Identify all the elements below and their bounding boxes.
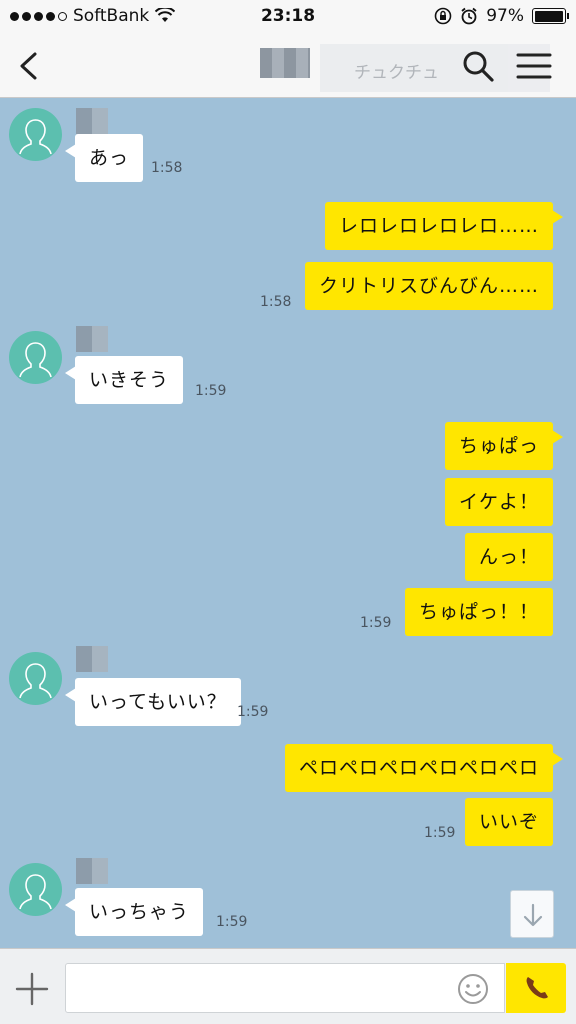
avatar[interactable]: [9, 108, 62, 161]
avatar[interactable]: [9, 331, 62, 384]
menu-icon: [516, 53, 552, 79]
message-bubble-outgoing[interactable]: んっ！: [464, 533, 553, 581]
contact-name: [260, 48, 310, 78]
avatar[interactable]: [9, 652, 62, 705]
rotation-lock-icon: [434, 7, 452, 25]
message-bubble-outgoing[interactable]: いいぞ: [464, 798, 553, 846]
message-bubble-outgoing[interactable]: クリトリスびんびん……: [304, 262, 553, 310]
status-bar: SoftBank 23:18 97%: [0, 0, 576, 34]
sender-name: [76, 646, 108, 672]
message-time: 1:59: [237, 704, 269, 720]
message-bubble-incoming[interactable]: あっ: [64, 134, 144, 182]
message-bubble-outgoing[interactable]: ペロペロペロペロペロペロ: [284, 744, 564, 792]
status-right: 97%: [434, 6, 569, 26]
message-time: 1:59: [195, 383, 227, 399]
message-input-bar: [0, 948, 576, 1024]
alarm-icon: [461, 7, 477, 25]
sender-name: [76, 108, 108, 134]
chat-header: チュクチュ: [0, 34, 576, 98]
person-icon: [19, 342, 52, 378]
message-bubble-outgoing[interactable]: レロレロレロレロ……: [324, 202, 564, 250]
message-bubble-outgoing[interactable]: ちゅぱっ！！: [404, 588, 553, 636]
chat-area[interactable]: あっ 1:58 レロレロレロレロ…… クリトリスびんびん…… 1:58 いきそう…: [0, 98, 576, 948]
sender-name: [76, 326, 108, 352]
message-bubble-incoming[interactable]: いきそう: [64, 356, 184, 404]
attach-button[interactable]: [12, 969, 52, 1009]
message-bubble-outgoing[interactable]: ちゅぱっ: [444, 422, 564, 470]
menu-button[interactable]: [512, 46, 556, 86]
person-icon: [19, 663, 52, 699]
message-time: 1:59: [424, 825, 456, 841]
person-icon: [19, 119, 52, 155]
person-icon: [19, 874, 52, 910]
message-bubble-incoming[interactable]: いってもいい？: [65, 678, 241, 726]
message-bubble-incoming[interactable]: いっちゃう: [64, 888, 204, 936]
plus-icon: [15, 972, 49, 1006]
call-button[interactable]: [506, 963, 566, 1013]
sender-name: [76, 858, 108, 884]
battery-percent: 97%: [486, 6, 524, 26]
battery-icon: [532, 8, 569, 24]
message-time: 1:58: [260, 294, 292, 310]
phone-icon: [526, 977, 548, 999]
message-time: 1:59: [360, 615, 392, 631]
scroll-to-bottom-button[interactable]: [510, 890, 554, 938]
avatar[interactable]: [9, 863, 62, 916]
arrow-down-icon: [523, 903, 543, 927]
back-button[interactable]: [10, 46, 50, 86]
chevron-left-icon: [20, 52, 37, 80]
search-icon: [463, 51, 494, 82]
message-bubble-outgoing[interactable]: イケよ！: [444, 478, 553, 526]
battery-fill: [534, 10, 563, 22]
message-input[interactable]: [65, 963, 505, 1013]
search-button[interactable]: [458, 46, 498, 86]
emoji-button[interactable]: [455, 971, 491, 1007]
message-time: 1:58: [151, 160, 183, 176]
smiley-icon: [458, 974, 488, 1004]
message-time: 1:59: [216, 914, 248, 930]
